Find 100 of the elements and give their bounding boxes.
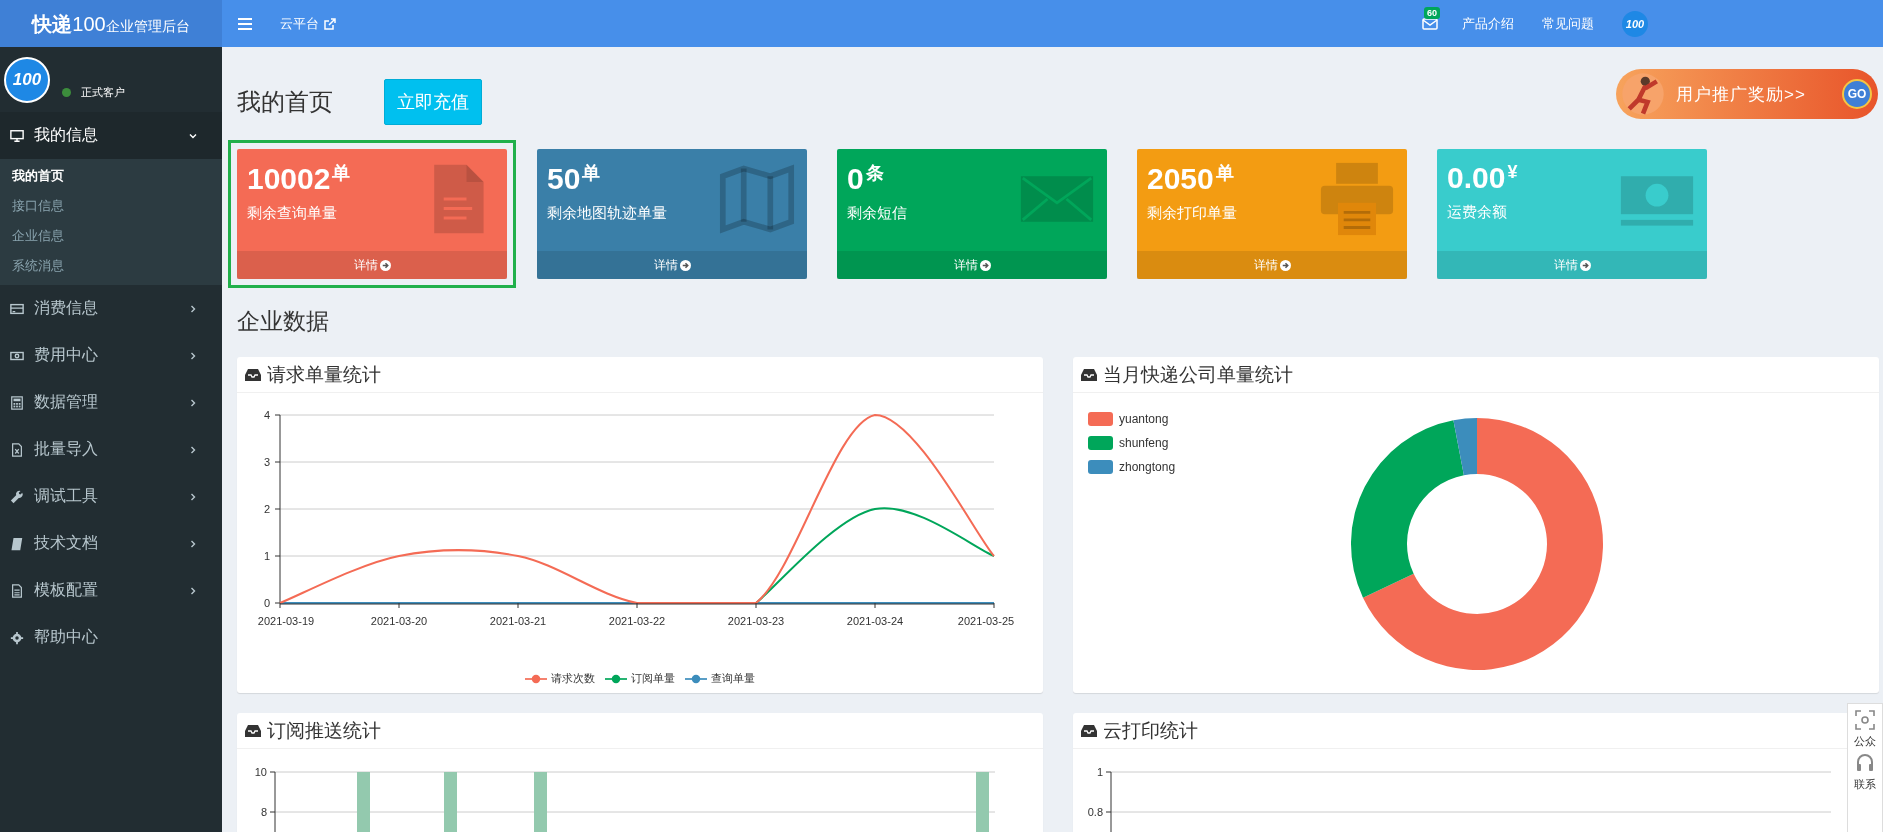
- calc-icon: [10, 395, 24, 410]
- runner-drawing: [1620, 71, 1666, 117]
- legend-marker[interactable]: [605, 672, 627, 685]
- sidebar-item[interactable]: 技术文档: [0, 520, 222, 567]
- user-status: 正式客户: [81, 85, 125, 100]
- x-tick-label: 2021-03-20: [370, 615, 428, 627]
- stat-value: 10002$^{单}$: [247, 161, 352, 196]
- chevron-icon: [188, 350, 198, 361]
- legend-label[interactable]: yuantong: [1119, 412, 1169, 426]
- stat-card[interactable]: 0$^{条}$ 剩余短信 详情: [837, 149, 1107, 279]
- nav-link[interactable]: 常见问题: [1542, 14, 1594, 33]
- inbox-icon: [245, 723, 261, 738]
- legend-swatch[interactable]: [1088, 412, 1113, 426]
- notification-badge: 60: [1424, 6, 1440, 19]
- monitor-icon: [10, 128, 24, 143]
- stat-label: 剩余短信: [847, 204, 908, 223]
- sidebar-item[interactable]: 费用中心: [0, 332, 222, 379]
- inbox-icon: [245, 367, 261, 382]
- sidebar-subitem[interactable]: 系统消息: [0, 251, 222, 281]
- sidebar-subitem[interactable]: 企业信息: [0, 221, 222, 251]
- printer-icon: [1319, 161, 1395, 237]
- doc-icon: [10, 583, 24, 598]
- sidebar-item[interactable]: 消费信息: [0, 285, 222, 332]
- stat-value: 0.00$^{¥}$: [1447, 161, 1519, 195]
- page-title: 我的首页: [237, 87, 334, 117]
- stat-value: 50$^{单}$: [547, 161, 602, 196]
- card-icon: [10, 301, 24, 316]
- chevron-icon: [188, 491, 198, 502]
- x-tick-label: 2021-03-21: [489, 615, 547, 627]
- chevron-icon: [188, 538, 198, 549]
- external-link-icon[interactable]: [324, 17, 336, 30]
- sidebar-item[interactable]: 批量导入: [0, 426, 222, 473]
- menu-icon[interactable]: [238, 17, 252, 30]
- widget-label[interactable]: 公众: [1854, 734, 1876, 749]
- arrow-circle-icon: [979, 259, 991, 271]
- stat-card[interactable]: 10002$^{单}$ 剩余查询单量 详情: [237, 149, 507, 279]
- legend-swatch[interactable]: [1088, 460, 1113, 474]
- nav-link[interactable]: 产品介绍: [1462, 14, 1514, 33]
- section-title: 企业数据: [237, 307, 330, 336]
- brand-logo[interactable]: 快递100企业管理后台: [0, 0, 222, 47]
- stat-label: 运费余额: [1447, 203, 1508, 222]
- stat-value: 2050$^{单}$: [1147, 161, 1235, 196]
- panel-title: 请求单量统计: [267, 362, 381, 387]
- details-link[interactable]: 详情: [1137, 251, 1407, 279]
- sidebar-item[interactable]: 调试工具: [0, 473, 222, 520]
- stat-label: 剩余查询单量: [247, 204, 338, 223]
- bar: [534, 772, 547, 832]
- x-tick-label: 2021-03-25: [957, 615, 1015, 627]
- cloud-platform-link[interactable]: 云平台: [280, 14, 336, 33]
- sidebar-item[interactable]: 帮助中心: [0, 614, 222, 661]
- arrow-circle-icon: [1279, 259, 1291, 271]
- legend-label[interactable]: shunfeng: [1119, 436, 1169, 450]
- bar: [357, 772, 370, 832]
- legend-label[interactable]: 查询单量: [711, 671, 755, 686]
- details-link[interactable]: 详情: [837, 251, 1107, 279]
- details-link[interactable]: 详情: [537, 251, 807, 279]
- legend-marker[interactable]: [525, 672, 547, 685]
- y-tick-label: 0: [263, 597, 270, 609]
- inbox-icon: [1081, 723, 1097, 738]
- legend-marker[interactable]: [685, 672, 707, 685]
- x-tick-label: 2021-03-24: [846, 615, 904, 627]
- scan-icon[interactable]: [1855, 710, 1875, 730]
- x-tick-label: 2021-03-23: [727, 615, 785, 627]
- panel-title: 订阅推送统计: [267, 718, 381, 743]
- sidebar-item[interactable]: 数据管理: [0, 379, 222, 426]
- arrow-circle-icon: [1579, 259, 1591, 271]
- mail-icon[interactable]: [1422, 17, 1438, 30]
- promo-banner[interactable]: 用户推广奖励>> GO: [1616, 69, 1878, 119]
- legend-label[interactable]: 订阅单量: [631, 671, 675, 686]
- legend-label[interactable]: zhongtong: [1119, 460, 1176, 474]
- sidebar-subitem[interactable]: 接口信息: [0, 191, 222, 221]
- widget-label[interactable]: 联系: [1854, 777, 1876, 792]
- inbox-icon: [1081, 367, 1097, 382]
- stat-label: 剩余地图轨迹单量: [547, 204, 668, 223]
- details-link[interactable]: 详情: [237, 251, 507, 279]
- arrow-circle-icon: [679, 259, 691, 271]
- sidebar-item[interactable]: 我的信息: [0, 112, 222, 159]
- legend-swatch[interactable]: [1088, 436, 1113, 450]
- arrow-circle-icon: [379, 259, 391, 271]
- y-tick-label: 8: [260, 806, 267, 818]
- sidebar-item[interactable]: 模板配置: [0, 567, 222, 614]
- sidebar-subitem[interactable]: 我的首页: [0, 161, 222, 191]
- file-icon: [10, 442, 24, 457]
- y-axis: [1105, 771, 1112, 832]
- x-tick-label: 2021-03-19: [257, 615, 315, 627]
- y-tick-label: 2: [263, 503, 270, 515]
- user-avatar: 100: [4, 56, 50, 103]
- chevron-icon: [188, 585, 198, 596]
- headset-icon[interactable]: [1855, 753, 1875, 773]
- y-axis: [269, 771, 276, 832]
- wrench-icon: [10, 489, 24, 504]
- user-avatar[interactable]: 100: [1622, 10, 1648, 37]
- y-tick-label: 0.8: [1087, 806, 1103, 818]
- y-tick-label: 3: [263, 456, 270, 468]
- y-tick-label: 4: [263, 409, 270, 421]
- legend-label[interactable]: 请求次数: [551, 671, 595, 686]
- y-tick-label: 1: [263, 550, 270, 562]
- panel-title: 云打印统计: [1103, 718, 1198, 743]
- stat-card[interactable]: 50$^{单}$ 剩余地图轨迹单量 详情: [537, 149, 807, 279]
- stat-card[interactable]: 2050$^{单}$ 剩余打印单量 详情: [1137, 149, 1407, 279]
